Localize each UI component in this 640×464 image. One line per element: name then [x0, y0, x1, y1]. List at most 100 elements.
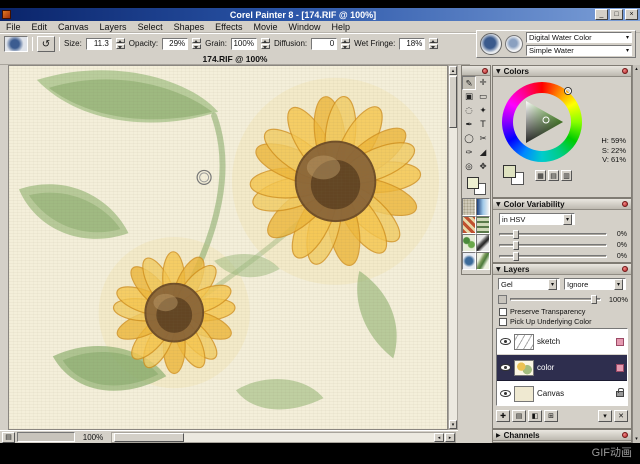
- scroll-left-icon[interactable]: ◂: [434, 433, 444, 442]
- new-layer-button[interactable]: ✚: [496, 410, 510, 422]
- collapse-icon[interactable]: ▼: [496, 68, 501, 75]
- menu-help[interactable]: Help: [332, 22, 351, 32]
- menu-canvas[interactable]: Canvas: [58, 22, 89, 32]
- horizontal-scroll-thumb[interactable]: [114, 433, 184, 442]
- paper-selector[interactable]: [462, 198, 476, 216]
- composite-method-dropdown[interactable]: Gel ▾: [498, 278, 560, 290]
- nozzle-selector[interactable]: [462, 234, 476, 252]
- panel-close-icon[interactable]: [622, 432, 628, 438]
- grain-stepper[interactable]: [261, 38, 270, 49]
- gradient-selector[interactable]: [476, 198, 490, 216]
- scroll-right-icon[interactable]: ▸: [445, 433, 455, 442]
- slider-track[interactable]: [499, 244, 607, 247]
- opacity-stepper[interactable]: [192, 38, 201, 49]
- brush-variant-dropdown[interactable]: Simple Water ▾: [526, 45, 632, 56]
- canvas[interactable]: [8, 65, 448, 430]
- menu-shapes[interactable]: Shapes: [174, 22, 205, 32]
- menu-file[interactable]: File: [6, 22, 21, 32]
- stroke-preview-selector[interactable]: [476, 252, 490, 270]
- drawer-icon[interactable]: ▤: [2, 432, 15, 443]
- opacity-slider[interactable]: [510, 298, 601, 301]
- maximize-button[interactable]: □: [610, 9, 623, 20]
- toolbox-header[interactable]: [462, 66, 490, 76]
- magnifier-tool[interactable]: ◎: [462, 160, 476, 174]
- slider-thumb[interactable]: [513, 230, 519, 239]
- lasso-tool[interactable]: ◌: [462, 104, 476, 118]
- title-bar[interactable]: Corel Painter 8 - [174.RIF @ 100%] _ □ ×: [0, 8, 640, 21]
- opacity-thumb[interactable]: [591, 295, 597, 304]
- pattern-selector[interactable]: [462, 216, 476, 234]
- layer-adjuster-tool[interactable]: ✛: [476, 76, 490, 90]
- text-tool[interactable]: T: [476, 118, 490, 132]
- scroll-up-icon[interactable]: ▴: [633, 66, 640, 72]
- color-set-button[interactable]: ▦: [535, 170, 546, 181]
- value-variability-slider[interactable]: 0%: [499, 252, 627, 261]
- scroll-down-icon[interactable]: ▾: [449, 420, 457, 429]
- grain-input[interactable]: 100%: [231, 38, 257, 50]
- layer-row-color[interactable]: color: [497, 355, 627, 381]
- layer-mask-button[interactable]: ◧: [528, 410, 542, 422]
- sv-triangle[interactable]: [513, 93, 571, 151]
- diffusion-input[interactable]: 0: [311, 38, 337, 50]
- grabber-tool[interactable]: ✥: [476, 160, 490, 174]
- preserve-transparency-checkbox[interactable]: [499, 308, 507, 316]
- slider-track[interactable]: [499, 255, 607, 258]
- reset-tool-button[interactable]: ↺: [37, 36, 55, 52]
- variability-panel-header[interactable]: ▼ Color Variability: [493, 199, 631, 210]
- brush-dab-icon[interactable]: [4, 36, 28, 52]
- slider-track[interactable]: [499, 233, 607, 236]
- color-info-button[interactable]: ▥: [561, 170, 572, 181]
- menu-movie[interactable]: Movie: [253, 22, 277, 32]
- front-color-swatch[interactable]: [467, 177, 479, 189]
- wet-fringe-input[interactable]: 18%: [399, 38, 425, 50]
- collapse-icon[interactable]: ▼: [496, 266, 501, 273]
- opacity-input[interactable]: 29%: [162, 38, 188, 50]
- wet-fringe-stepper[interactable]: [429, 38, 438, 49]
- rect-selection-tool[interactable]: ▭: [476, 90, 490, 104]
- scroll-down-icon[interactable]: ▾: [633, 436, 640, 442]
- panel-close-icon[interactable]: [622, 201, 628, 207]
- channels-panel-header[interactable]: ▶ Channels: [493, 430, 631, 441]
- layers-panel-header[interactable]: ▼ Layers: [493, 264, 631, 275]
- layer-row-sketch[interactable]: sketch: [497, 329, 627, 355]
- crop-tool[interactable]: ▣: [462, 90, 476, 104]
- look-selector[interactable]: [476, 234, 490, 252]
- scissors-tool[interactable]: ✂: [476, 132, 490, 146]
- canvas-vertical-scrollbar[interactable]: ▴ ▾: [448, 65, 458, 430]
- menu-edit[interactable]: Edit: [32, 22, 48, 32]
- pen-tool[interactable]: ✒: [462, 118, 476, 132]
- palette-scroll-strip[interactable]: ▴ ▾: [632, 65, 640, 443]
- visibility-eye-icon[interactable]: [500, 338, 511, 345]
- magic-wand-tool[interactable]: ✦: [476, 104, 490, 118]
- expand-icon[interactable]: ▶: [496, 432, 501, 439]
- slider-thumb[interactable]: [513, 241, 519, 250]
- weave-selector[interactable]: [476, 216, 490, 234]
- pickup-color-checkbox[interactable]: [499, 318, 507, 326]
- brush-variant-icon[interactable]: [505, 35, 523, 53]
- menu-layers[interactable]: Layers: [100, 22, 127, 32]
- composite-depth-dropdown[interactable]: Ignore ▾: [564, 278, 626, 290]
- hue-variability-slider[interactable]: 0%: [499, 230, 627, 239]
- group-layers-button[interactable]: ⊞: [544, 410, 558, 422]
- menu-select[interactable]: Select: [138, 22, 163, 32]
- delete-layer-button[interactable]: ✕: [614, 410, 628, 422]
- colors-panel-header[interactable]: ▼ Colors: [493, 66, 631, 77]
- variability-mode-dropdown[interactable]: in HSV ▾: [499, 213, 575, 225]
- dynamic-plugins-button[interactable]: ▾: [598, 410, 612, 422]
- preserve-transparency-row[interactable]: Preserve Transparency: [499, 307, 629, 316]
- vertical-scroll-thumb[interactable]: [449, 76, 457, 128]
- saturation-variability-slider[interactable]: 0%: [499, 241, 627, 250]
- diffusion-stepper[interactable]: [341, 38, 350, 49]
- document-tab[interactable]: 174.RIF @ 100%: [0, 53, 470, 65]
- toolbox-close-icon[interactable]: [482, 68, 488, 74]
- collapse-icon[interactable]: ▼: [496, 201, 501, 208]
- visibility-eye-icon[interactable]: [500, 390, 511, 397]
- hue-ring[interactable]: [502, 82, 582, 162]
- brush-category-icon[interactable]: [480, 33, 502, 55]
- panel-close-icon[interactable]: [622, 266, 628, 272]
- brush-category-dropdown[interactable]: Digital Water Color ▾: [526, 32, 632, 43]
- brush-ghost-selector[interactable]: [462, 252, 476, 270]
- visibility-eye-icon[interactable]: [500, 364, 511, 371]
- paint-bucket-tool[interactable]: ◢: [476, 146, 490, 160]
- size-stepper[interactable]: [116, 38, 125, 49]
